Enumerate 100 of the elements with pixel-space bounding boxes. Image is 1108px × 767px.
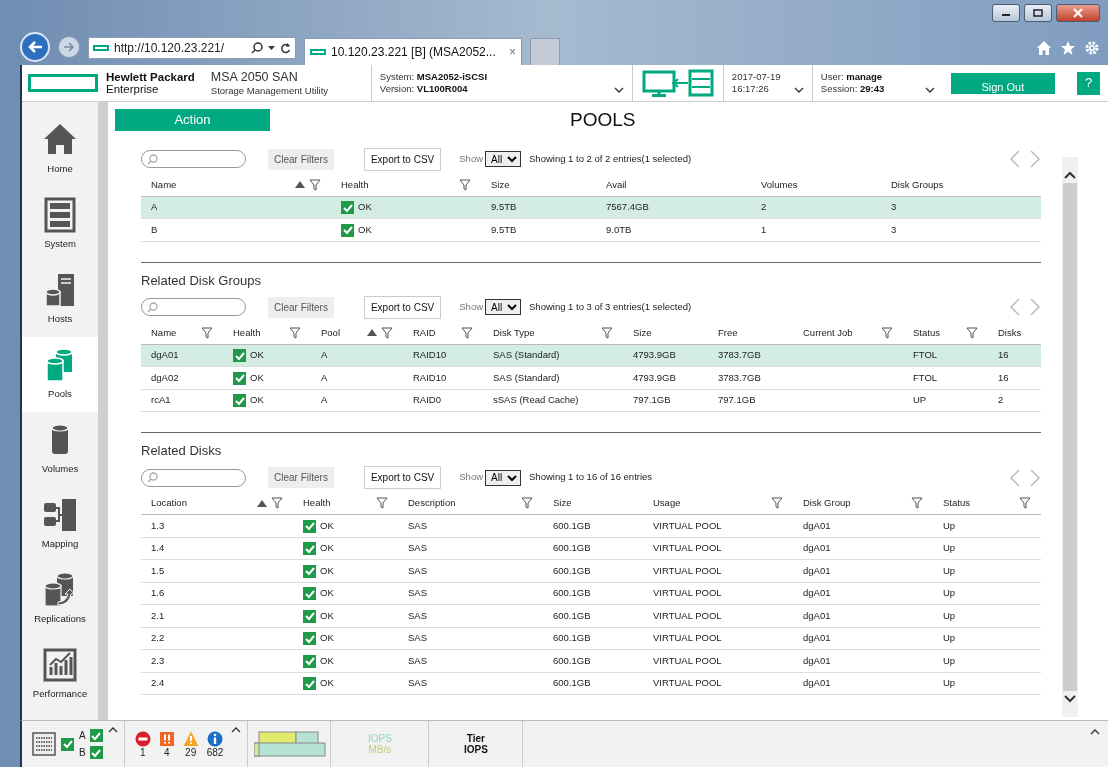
address-field[interactable]: http://10.120.23.221/ [88, 37, 296, 59]
clear-filters-button[interactable]: Clear Filters [268, 148, 334, 170]
sidebar-item[interactable]: Home [22, 112, 98, 187]
filter-icon[interactable] [459, 178, 471, 191]
filter-icon[interactable] [966, 326, 978, 339]
sort-ascending-icon[interactable] [295, 181, 305, 189]
filter-icon[interactable] [881, 326, 893, 339]
settings-icon[interactable] [1084, 40, 1100, 56]
filter-icon[interactable] [309, 178, 321, 191]
back-button[interactable] [20, 32, 50, 62]
sidebar-item[interactable]: Hosts [22, 262, 98, 337]
table-row[interactable]: 2.1 OK SAS 600.1GB VIRTUAL POOL dgA01 Up [141, 604, 1041, 627]
table-row[interactable]: 2.4 OK SAS 600.1GB VIRTUAL POOL dgA01 Up [141, 672, 1041, 695]
column-header[interactable]: Name [151, 325, 197, 340]
column-header[interactable]: Size [553, 496, 633, 511]
filter-icon[interactable] [461, 326, 473, 339]
filter-icon[interactable] [376, 497, 388, 510]
table-row[interactable]: 1.5 OK SAS 600.1GB VIRTUAL POOL dgA01 Up [141, 559, 1041, 582]
column-header[interactable]: Free [718, 325, 783, 340]
table-row[interactable]: dgA01 OK A RAID10 SAS (Standard) 4793.9GB 3783.7GB FTOL 16 [141, 344, 1041, 367]
table-cell: FTOL [913, 349, 938, 361]
filter-icon[interactable] [289, 326, 301, 339]
scrollbar[interactable] [1062, 157, 1078, 717]
sidebar-item[interactable]: Replications [22, 562, 98, 637]
column-header[interactable]: Size [491, 177, 586, 192]
sidebar-item[interactable]: System [22, 187, 98, 262]
browser-tab[interactable]: 10.120.23.221 [B] (MSA2052... × [304, 38, 522, 65]
monitor-to-storage-icon[interactable] [641, 69, 714, 97]
sidebar-item[interactable]: Mapping [22, 487, 98, 562]
tab-close-button[interactable]: × [509, 43, 516, 61]
caret-up-icon[interactable] [107, 727, 118, 733]
export-csv-button[interactable]: Export to CSV [363, 466, 442, 489]
page-size-select[interactable]: All [485, 299, 522, 315]
column-header[interactable]: Health [233, 325, 285, 340]
export-csv-button[interactable]: Export to CSV [363, 147, 442, 171]
filter-icon[interactable] [521, 497, 533, 510]
table-row[interactable]: 1.3 OK SAS 600.1GB VIRTUAL POOL dgA01 Up [141, 514, 1041, 537]
info-icon[interactable] [207, 730, 223, 747]
error-icon[interactable] [158, 730, 175, 747]
column-header[interactable]: Disks [998, 325, 1031, 340]
filter-icon[interactable] [911, 497, 923, 510]
column-header[interactable]: Disk Groups [891, 177, 1031, 192]
caret-up-icon[interactable] [1090, 729, 1100, 735]
column-header[interactable]: Health [303, 496, 372, 511]
caret-up-icon[interactable] [231, 727, 242, 733]
close-button[interactable] [1056, 4, 1100, 22]
column-header[interactable]: Volumes [761, 177, 871, 192]
table-row[interactable]: 1.6 OK SAS 600.1GB VIRTUAL POOL dgA01 Up [141, 582, 1041, 605]
clear-filters-button[interactable]: Clear Filters [268, 467, 334, 488]
export-csv-button[interactable]: Export to CSV [363, 295, 442, 319]
table-row[interactable]: A OK 9.5TB 7567.4GB 2 3 [141, 196, 1041, 219]
column-header[interactable]: Status [943, 496, 1015, 511]
table-row[interactable]: 1.4 OK SAS 600.1GB VIRTUAL POOL dgA01 Up [141, 537, 1041, 560]
clear-filters-button[interactable]: Clear Filters [268, 296, 334, 318]
storage-array-icon[interactable] [32, 732, 56, 756]
sidebar-item[interactable]: Pools [22, 337, 98, 412]
column-header[interactable]: Health [341, 177, 455, 192]
column-header[interactable]: Pool [321, 325, 367, 340]
minimize-button[interactable] [992, 4, 1020, 22]
caret-icon[interactable] [793, 87, 804, 93]
column-header[interactable]: RAID [413, 325, 457, 340]
column-header[interactable]: Current Job [803, 325, 877, 340]
page-size-select[interactable]: All [485, 151, 522, 167]
filter-icon[interactable] [1019, 497, 1031, 510]
column-header[interactable]: Description [408, 496, 517, 511]
column-header[interactable]: Disk Group [803, 496, 907, 511]
table-row[interactable]: 2.3 OK SAS 600.1GB VIRTUAL POOL dgA01 Up [141, 649, 1041, 672]
filter-icon[interactable] [381, 326, 393, 339]
column-header[interactable]: Status [913, 325, 962, 340]
column-header[interactable]: Size [633, 325, 698, 340]
column-header[interactable]: Name [151, 177, 295, 192]
column-header[interactable]: Avail [606, 177, 741, 192]
sidebar-item[interactable]: Performance [22, 637, 98, 712]
filter-icon[interactable] [201, 326, 213, 339]
scroll-down-icon[interactable] [1064, 695, 1076, 703]
table-row[interactable]: 2.2 OK SAS 600.1GB VIRTUAL POOL dgA01 Up [141, 627, 1041, 650]
sort-ascending-icon[interactable] [257, 499, 267, 507]
column-header[interactable]: Usage [653, 496, 767, 511]
filter-icon[interactable] [601, 326, 613, 339]
filter-icon[interactable] [271, 497, 283, 510]
home-icon[interactable] [1036, 40, 1052, 56]
refresh-icon[interactable] [280, 42, 291, 54]
scrollbar-thumb[interactable] [1063, 183, 1077, 691]
sidebar-item[interactable]: Volumes [22, 412, 98, 487]
table-row[interactable]: B OK 9.5TB 9.0TB 1 3 [141, 218, 1041, 241]
caret-icon[interactable] [268, 46, 275, 50]
search-icon[interactable] [251, 42, 263, 54]
star-icon[interactable] [1060, 40, 1076, 56]
caret-icon[interactable] [924, 87, 935, 93]
table-row[interactable]: dgA02 OK A RAID10 SAS (Standard) 4793.9GB 3783.7GB FTOL 16 [141, 366, 1041, 389]
sort-ascending-icon[interactable] [367, 329, 377, 337]
filter-icon[interactable] [771, 497, 783, 510]
maximize-button[interactable] [1024, 4, 1052, 22]
column-header[interactable]: Disk Type [493, 325, 597, 340]
page-size-select[interactable]: All [485, 469, 522, 486]
column-header[interactable]: Location [151, 496, 257, 511]
scroll-up-icon[interactable] [1064, 171, 1076, 179]
critical-icon[interactable] [134, 730, 151, 747]
caret-icon[interactable] [613, 87, 624, 93]
table-row[interactable]: rcA1 OK A RAID0 sSAS (Read Cache) 797.1GB 797.1GB UP 2 [141, 389, 1041, 412]
